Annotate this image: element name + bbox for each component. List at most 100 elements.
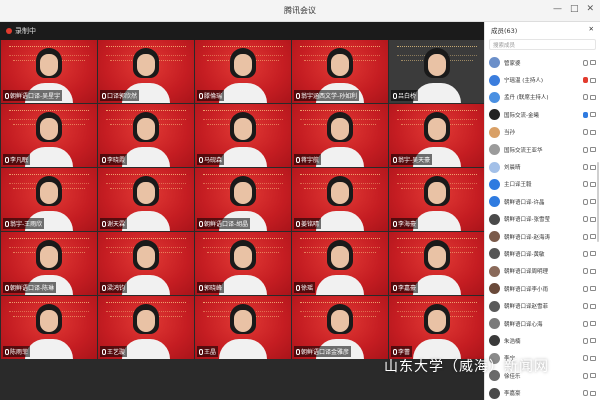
video-tile[interactable]: 朝鲜语口译-胡晶 xyxy=(195,168,291,231)
camera-icon[interactable] xyxy=(590,373,596,379)
camera-icon[interactable] xyxy=(590,181,596,187)
video-tile[interactable]: 李凡眠 xyxy=(1,104,97,167)
mic-icon[interactable] xyxy=(583,129,588,136)
mic-icon[interactable] xyxy=(583,285,588,292)
participant-row[interactable]: 当孙 xyxy=(485,124,600,141)
participant-row[interactable]: 朝鲜语口译-许晶 xyxy=(485,193,600,210)
mic-icon[interactable] xyxy=(583,94,588,101)
video-tile[interactable]: 李蕾 xyxy=(389,296,484,359)
mic-icon[interactable] xyxy=(583,372,588,379)
participant-row[interactable]: 宁瑶温 (主持人) xyxy=(485,71,600,88)
video-tile[interactable]: 口译郭欣然 xyxy=(98,40,194,103)
close-icon[interactable]: ✕ xyxy=(586,4,594,14)
participant-row[interactable]: 孟丹 (联席主持人) xyxy=(485,89,600,106)
participant-status xyxy=(583,250,596,257)
camera-icon[interactable] xyxy=(590,94,596,100)
participant-row[interactable]: 朝鲜语口译-黄敏 xyxy=(485,245,600,262)
mic-icon[interactable] xyxy=(583,303,588,310)
participant-row[interactable]: 朝鲜语口译-赵海涛 xyxy=(485,228,600,245)
camera-icon[interactable] xyxy=(590,164,596,170)
video-tile[interactable]: 李嘉豪 xyxy=(389,232,484,295)
participant-row[interactable]: 刘晨晴 xyxy=(485,158,600,175)
mic-icon[interactable] xyxy=(583,77,588,84)
camera-icon[interactable] xyxy=(590,60,596,66)
camera-icon[interactable] xyxy=(590,303,596,309)
video-tile[interactable]: 马砚森 xyxy=(195,104,291,167)
camera-icon[interactable] xyxy=(590,129,596,135)
video-tile[interactable]: 姜铭晴 xyxy=(292,168,388,231)
mic-icon[interactable] xyxy=(583,268,588,275)
tile-name-label: 朝鲜语口译-陈琳 xyxy=(3,282,57,293)
video-tile[interactable]: 徐瑶 xyxy=(292,232,388,295)
mic-icon[interactable] xyxy=(583,111,588,118)
mic-icon[interactable] xyxy=(583,164,588,171)
participant-row[interactable]: 朝鲜语口译周明理 xyxy=(485,263,600,280)
camera-icon[interactable] xyxy=(590,251,596,257)
panel-close-icon[interactable]: ✕ xyxy=(589,25,594,33)
video-tile[interactable]: 梁鸿钧 xyxy=(98,232,194,295)
mic-icon[interactable] xyxy=(583,355,588,362)
participant-row[interactable]: 国际交流-金曦 xyxy=(485,106,600,123)
mic-icon[interactable] xyxy=(583,146,588,153)
participant-row[interactable]: 朝鲜语口译赵雪菲 xyxy=(485,297,600,314)
participant-row[interactable]: 朝鲜语口译-张雪莹 xyxy=(485,211,600,228)
camera-icon[interactable] xyxy=(590,234,596,240)
participant-search-input[interactable]: 搜索成员 xyxy=(489,38,596,50)
participant-status xyxy=(583,372,596,379)
participant-row[interactable]: 朱浩楠 xyxy=(485,332,600,349)
camera-icon[interactable] xyxy=(590,268,596,274)
video-tile[interactable]: 翁宇-吴天豪 xyxy=(389,104,484,167)
camera-icon[interactable] xyxy=(590,147,596,153)
video-tile[interactable]: 翁宇-王雨欣 xyxy=(1,168,97,231)
camera-icon[interactable] xyxy=(590,199,596,205)
video-tile[interactable]: 郭晓峰 xyxy=(195,232,291,295)
mic-icon[interactable] xyxy=(583,198,588,205)
participant-row[interactable]: 主口译王毅 xyxy=(485,176,600,193)
window-title: 腾讯会议 xyxy=(284,6,316,15)
minimize-icon[interactable]: — xyxy=(553,4,562,14)
mic-icon xyxy=(199,156,203,163)
video-tile[interactable]: 朝鲜语口译金雅彦 xyxy=(292,296,388,359)
video-tile[interactable]: 吕白桥 xyxy=(389,40,484,103)
participant-row[interactable]: 国际交流王亚华 xyxy=(485,141,600,158)
video-tile[interactable]: 翁宇涵西文学-孙如利 xyxy=(292,40,388,103)
video-tile[interactable]: 李晓霞 xyxy=(98,104,194,167)
recording-bar: 录制中 xyxy=(0,22,484,40)
mic-icon[interactable] xyxy=(583,320,588,327)
video-tile[interactable]: 蒋宇航 xyxy=(292,104,388,167)
mic-icon[interactable] xyxy=(583,59,588,66)
participant-row[interactable]: 朝鲜语口译心海 xyxy=(485,315,600,332)
video-tile[interactable]: 滕倫瑞 xyxy=(195,40,291,103)
camera-icon[interactable] xyxy=(590,321,596,327)
camera-icon[interactable] xyxy=(590,390,596,396)
mic-icon[interactable] xyxy=(583,250,588,257)
participant-status xyxy=(583,146,596,153)
video-tile[interactable]: 王艺璇 xyxy=(98,296,194,359)
video-tile[interactable]: 朝鲜语口译-吴星宇 xyxy=(1,40,97,103)
participant-face xyxy=(331,182,349,204)
mic-icon[interactable] xyxy=(583,181,588,188)
video-tile[interactable]: 王晶 xyxy=(195,296,291,359)
video-tile[interactable]: 谢天霖 xyxy=(98,168,194,231)
camera-icon[interactable] xyxy=(590,286,596,292)
camera-icon[interactable] xyxy=(590,112,596,118)
mic-icon[interactable] xyxy=(583,390,588,397)
video-tile[interactable]: 陈雨菲 xyxy=(1,296,97,359)
video-tile[interactable]: 朝鲜语口译-陈琳 xyxy=(1,232,97,295)
participant-row[interactable]: 管家婆 xyxy=(485,54,600,71)
participant-scrollbar[interactable] xyxy=(597,162,599,242)
maximize-icon[interactable]: □ xyxy=(570,4,579,14)
camera-icon[interactable] xyxy=(590,338,596,344)
camera-icon[interactable] xyxy=(590,77,596,83)
tile-name: 谢天霖 xyxy=(107,221,126,228)
mic-icon[interactable] xyxy=(583,216,588,223)
camera-icon[interactable] xyxy=(590,355,596,361)
participant-row[interactable]: 朝鲜语口译李小雨 xyxy=(485,280,600,297)
participant-row[interactable]: 李嘉豪 xyxy=(485,384,600,400)
participant-face xyxy=(331,118,349,140)
mic-icon[interactable] xyxy=(583,337,588,344)
camera-icon[interactable] xyxy=(590,216,596,222)
mic-icon[interactable] xyxy=(583,233,588,240)
tile-name-label: 姜铭晴 xyxy=(294,218,322,229)
video-tile[interactable]: 李海豪 xyxy=(389,168,484,231)
